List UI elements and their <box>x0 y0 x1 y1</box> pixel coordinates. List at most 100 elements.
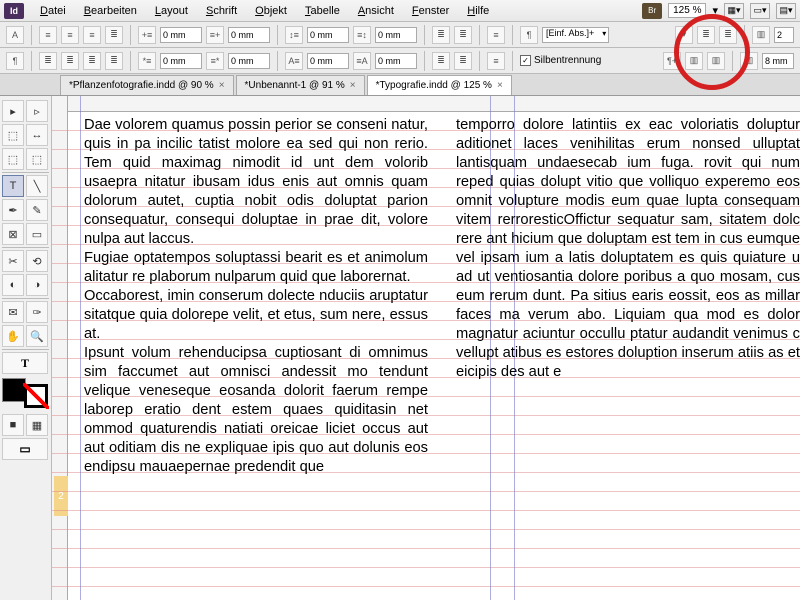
menu-hilfe[interactable]: Hilfe <box>459 2 497 20</box>
space-after-field[interactable] <box>375 27 417 43</box>
gutter-field[interactable] <box>762 53 794 69</box>
dropcap-chars-field[interactable] <box>375 53 417 69</box>
para-mode-button[interactable]: ¶ <box>6 52 24 70</box>
baseline-snap-icon[interactable]: ≣ <box>432 52 450 70</box>
para-style-icon: ¶ <box>520 26 538 44</box>
span1-icon[interactable]: ≣ <box>697 26 715 44</box>
scissors-tool[interactable]: ✂ <box>2 250 24 272</box>
content-tool2[interactable]: ⬚ <box>26 148 48 170</box>
first-line-field[interactable] <box>160 53 202 69</box>
text-frame[interactable]: Dae volorem quamus possin perior se cons… <box>84 116 800 600</box>
stroke-swatch[interactable] <box>24 384 48 408</box>
last-line-field[interactable] <box>228 53 270 69</box>
check-icon: ✓ <box>520 55 531 66</box>
menu-layout[interactable]: Layout <box>147 2 196 20</box>
page-number-badge: 2 <box>54 476 68 516</box>
flyout1-icon[interactable]: ▾ <box>675 26 693 44</box>
tab-pflanzenfotografie[interactable]: *Pflanzenfotografie.indd @ 90 %× <box>60 75 234 95</box>
document-tabs: *Pflanzenfotografie.indd @ 90 %× *Unbena… <box>0 74 800 96</box>
balance2-icon[interactable]: ▥ <box>707 52 725 70</box>
view-mode-normal[interactable]: ▭ <box>2 438 48 460</box>
columns-field[interactable] <box>774 27 794 43</box>
zoom-tool[interactable]: 🔍 <box>26 325 48 347</box>
menu-schrift[interactable]: Schrift <box>198 2 245 20</box>
line-tool[interactable]: ╲ <box>26 175 48 197</box>
view-options-icon[interactable]: ▦▾ <box>724 3 744 19</box>
zoom-dropdown-icon[interactable]: ▾ <box>712 4 718 17</box>
hand-tool[interactable]: ✋ <box>2 325 24 347</box>
hyphenation-checkbox[interactable]: ✓ Silbentrennung <box>520 55 601 66</box>
gradient-swatch-tool[interactable]: ◐ <box>2 274 24 296</box>
page-tool[interactable]: ⬚ <box>2 124 24 146</box>
rectangle-frame-tool[interactable]: ⊠ <box>2 223 24 245</box>
align-left-icon[interactable]: ≡ <box>39 26 57 44</box>
close-icon[interactable]: × <box>219 80 225 91</box>
flyout2-icon[interactable]: ¶+ <box>663 52 681 70</box>
menu-objekt[interactable]: Objekt <box>247 2 295 20</box>
menu-tabelle[interactable]: Tabelle <box>297 2 348 20</box>
para-style-dropdown[interactable]: [Einf. Abs.]+ <box>542 27 609 43</box>
tab-unbenannt[interactable]: *Unbenannt-1 @ 91 %× <box>236 75 365 95</box>
free-transform-tool[interactable]: ⟲ <box>26 250 48 272</box>
char-mode-button[interactable]: A <box>6 26 24 44</box>
paragraph[interactable]: Ipsunt volum rehenducipsa cuptiosant di … <box>84 344 428 477</box>
zoom-level[interactable]: 125 % <box>668 3 706 18</box>
type-tool[interactable]: T <box>2 175 24 197</box>
indent-right-field[interactable] <box>228 27 270 43</box>
paragraph[interactable]: temporro dolore latintiis ex eac voloria… <box>456 116 800 382</box>
paragraph[interactable]: Occaborest, imin conserum dolecte nducii… <box>84 287 428 344</box>
indent-right-icon: ≡+ <box>206 26 224 44</box>
indent-left-field[interactable] <box>160 27 202 43</box>
document-canvas[interactable]: 2 Dae volorem quamus possin perior se co… <box>52 96 800 600</box>
pen-tool[interactable]: ✒ <box>2 199 24 221</box>
dropcap-icon[interactable]: ≣ <box>432 26 450 44</box>
fill-stroke-swatch[interactable] <box>2 378 48 408</box>
menu-ansicht[interactable]: Ansicht <box>350 2 402 20</box>
menu-bearbeiten[interactable]: Bearbeiten <box>76 2 145 20</box>
gap-tool[interactable]: ↔ <box>26 124 48 146</box>
fill-stroke-default[interactable]: T <box>2 352 48 374</box>
content-tool[interactable]: ⬚ <box>2 148 24 170</box>
menu-datei[interactable]: Datei <box>32 2 74 20</box>
apply-gradient-icon[interactable]: ▦ <box>26 414 48 436</box>
pencil-tool[interactable]: ✎ <box>26 199 48 221</box>
shading-icon[interactable]: ≡ <box>487 52 505 70</box>
selection-tool[interactable]: ▸ <box>2 100 24 122</box>
eyedropper-tool[interactable]: ✑ <box>26 301 48 323</box>
horizontal-ruler[interactable] <box>68 96 800 112</box>
menu-fenster[interactable]: Fenster <box>404 2 457 20</box>
text-column-2[interactable]: temporro dolore latintiis ex eac voloria… <box>456 116 800 600</box>
close-icon[interactable]: × <box>350 80 356 91</box>
balance1-icon[interactable]: ▥ <box>685 52 703 70</box>
bridge-icon[interactable]: Br <box>642 3 662 19</box>
align-justify-all-icon[interactable]: ≣ <box>105 52 123 70</box>
screen-mode-icon[interactable]: ▭▾ <box>750 3 770 19</box>
dropcap-lines-field[interactable] <box>307 53 349 69</box>
list-icon[interactable]: ≡ <box>487 26 505 44</box>
tools-panel: ▸▹ ⬚↔ ⬚⬚ T╲ ✒✎ ⊠▭ ✂⟲ ◐◑ ✉✑ ✋🔍 T ■▦ ▭ <box>0 96 52 600</box>
align-justify-left-icon[interactable]: ≣ <box>39 52 57 70</box>
paragraph[interactable]: Fugiae optatempos soluptassi bearit es e… <box>84 249 428 287</box>
indent-left-icon: +≡ <box>138 26 156 44</box>
align-center-icon[interactable]: ≡ <box>61 26 79 44</box>
paragraph[interactable]: Dae volorem quamus possin perior se cons… <box>84 116 428 249</box>
close-icon[interactable]: × <box>497 80 503 91</box>
apply-color-icon[interactable]: ■ <box>2 414 24 436</box>
text-column-1[interactable]: Dae volorem quamus possin perior se cons… <box>84 116 428 600</box>
direct-selection-tool[interactable]: ▹ <box>26 100 48 122</box>
vertical-ruler[interactable] <box>52 96 68 600</box>
arrange-icon[interactable]: ▤▾ <box>776 3 796 19</box>
align-right-icon[interactable]: ≡ <box>83 26 101 44</box>
align-justify-icon[interactable]: ≣ <box>105 26 123 44</box>
baseline-nosnap-icon[interactable]: ≣ <box>454 52 472 70</box>
align-justify-center-icon[interactable]: ≣ <box>61 52 79 70</box>
span2-icon[interactable]: ≣ <box>719 26 737 44</box>
tab-typografie[interactable]: *Typografie.indd @ 125 %× <box>367 75 512 95</box>
note-tool[interactable]: ✉ <box>2 301 24 323</box>
menu-bar: Id Datei Bearbeiten Layout Schrift Objek… <box>0 0 800 22</box>
baseline-icon[interactable]: ≣ <box>454 26 472 44</box>
rectangle-tool[interactable]: ▭ <box>26 223 48 245</box>
space-before-field[interactable] <box>307 27 349 43</box>
align-justify-right-icon[interactable]: ≣ <box>83 52 101 70</box>
gradient-feather-tool[interactable]: ◑ <box>26 274 48 296</box>
